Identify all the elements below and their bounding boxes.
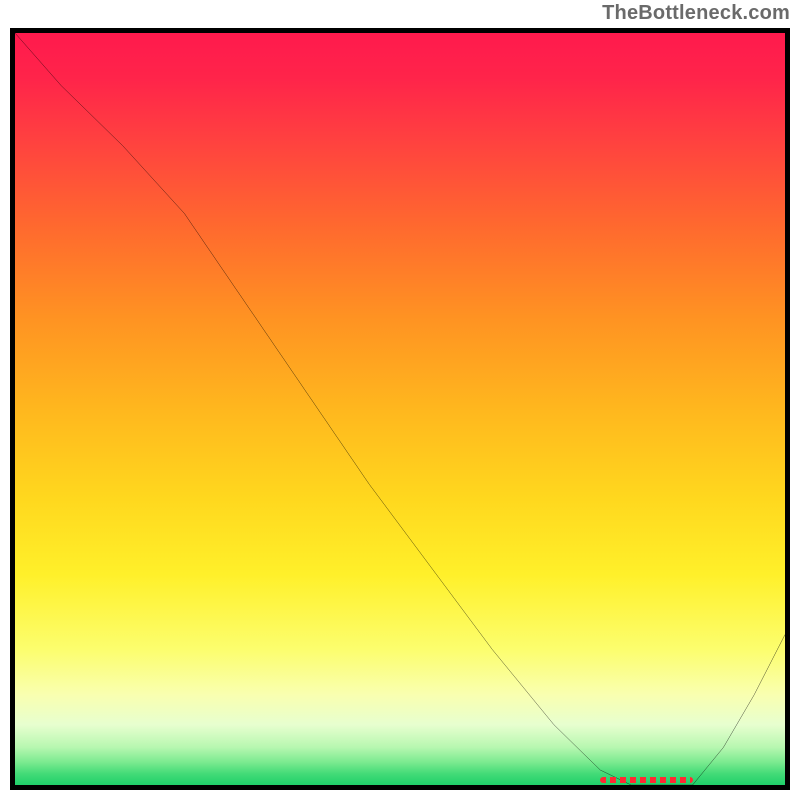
bottleneck-curve [15,33,785,785]
watermark-label: TheBottleneck.com [602,2,790,25]
optimum-marker [600,777,692,783]
curve-path [15,33,785,785]
chart-container: TheBottleneck.com [0,0,800,800]
plot-frame [10,28,790,790]
